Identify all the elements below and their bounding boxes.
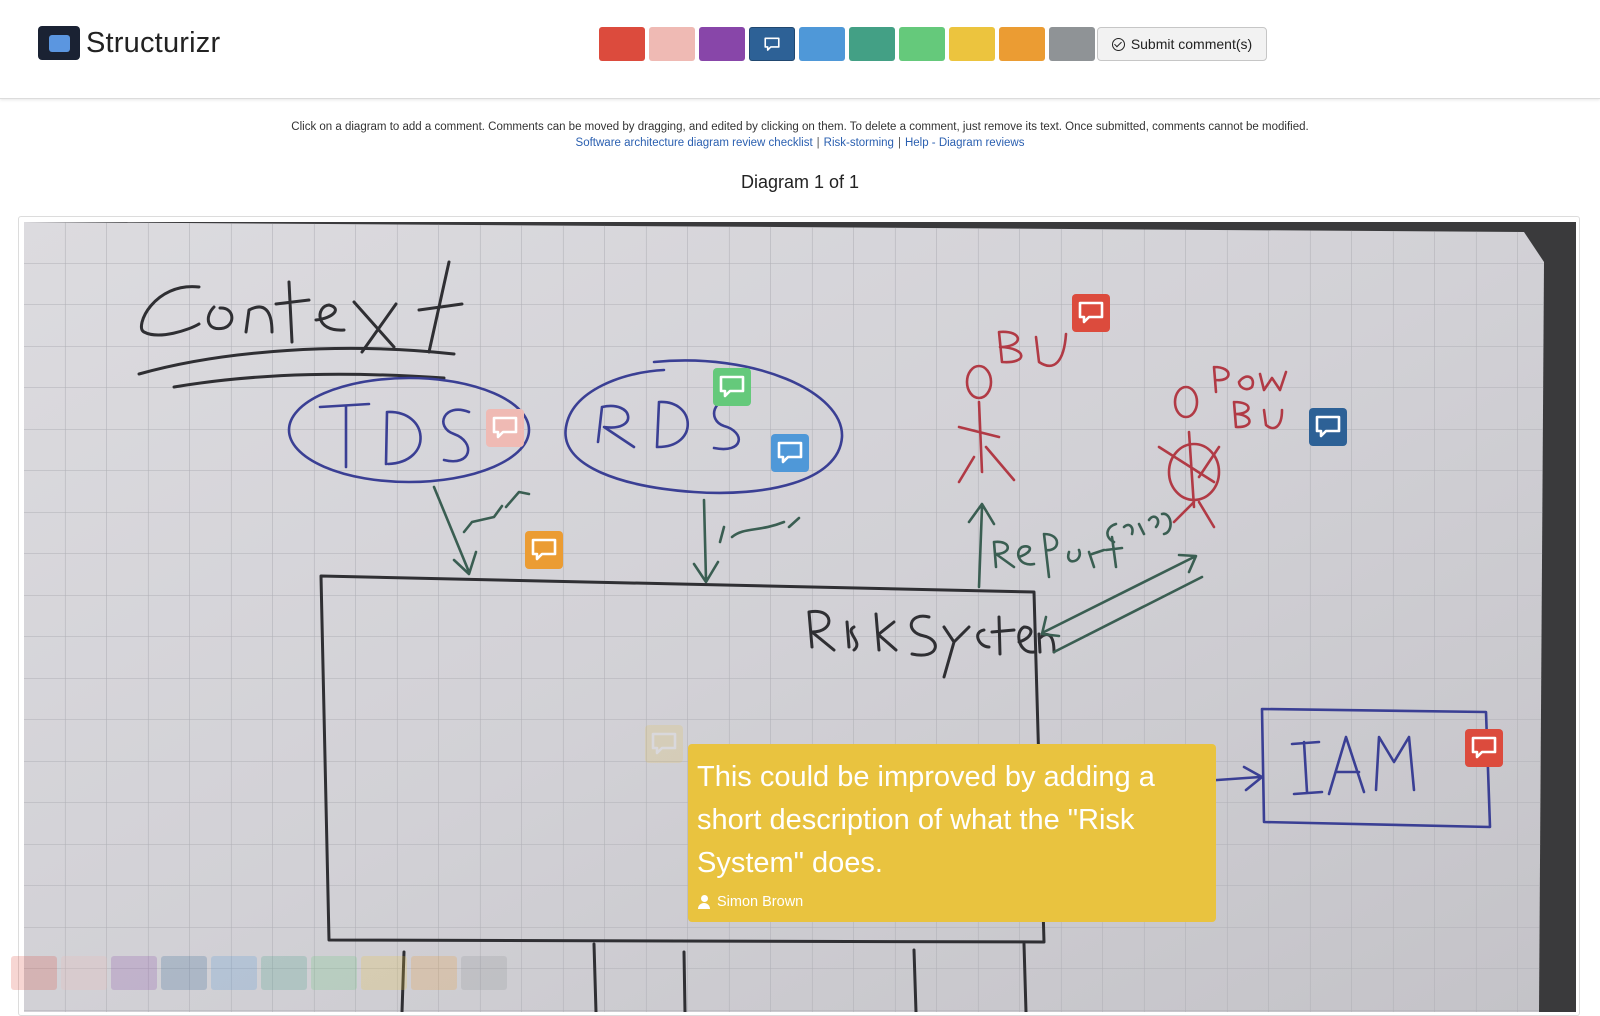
link-separator: | xyxy=(816,137,820,149)
structurizr-logo-icon xyxy=(38,26,80,60)
faded-swatch-dark-blue xyxy=(161,956,207,990)
color-swatch-gray[interactable] xyxy=(1049,27,1095,61)
speech-bubble-icon xyxy=(719,375,745,398)
speech-bubble-icon xyxy=(492,416,518,439)
comment-author-name: Simon Brown xyxy=(717,894,804,910)
faded-swatch-pink xyxy=(61,956,107,990)
help-links: Software architecture diagram review che… xyxy=(0,135,1600,151)
color-swatch-orange[interactable] xyxy=(999,27,1045,61)
speech-bubble-icon xyxy=(777,441,803,464)
comment-pin-pink-tds[interactable] xyxy=(486,409,524,447)
comment-pin-blue-rds[interactable] xyxy=(771,434,809,472)
submit-comments-label: Submit comment(s) xyxy=(1130,36,1253,52)
faded-swatch-yellow xyxy=(361,956,407,990)
color-swatch-yellow[interactable] xyxy=(949,27,995,61)
speech-bubble-icon xyxy=(1315,415,1341,438)
comment-pin-orange-input[interactable] xyxy=(525,531,563,569)
speech-bubble-icon xyxy=(1078,301,1104,324)
comment-text[interactable]: This could be improved by adding a short… xyxy=(697,756,1207,885)
link-help-diagram-reviews[interactable]: Help - Diagram reviews xyxy=(905,137,1025,149)
color-swatch-teal[interactable] xyxy=(849,27,895,61)
check-circle-icon xyxy=(1111,37,1125,51)
header: Structurizr Submit comment(s) xyxy=(0,0,1600,99)
instructions-text: Click on a diagram to add a comment. Com… xyxy=(291,121,1309,133)
diagram-counter: Diagram 1 of 1 xyxy=(740,172,860,192)
speech-bubble-icon xyxy=(531,538,557,561)
faded-color-palette xyxy=(11,956,511,990)
comment-popup[interactable]: This could be improved by adding a short… xyxy=(688,744,1216,922)
instructions: Click on a diagram to add a comment. Com… xyxy=(0,119,1600,151)
faded-swatch-green xyxy=(311,956,357,990)
brand-name: Structurizr xyxy=(86,26,221,59)
faded-swatch-purple xyxy=(111,956,157,990)
comment-pin-yellow-risk-system[interactable] xyxy=(645,725,683,763)
link-review-checklist[interactable]: Software architecture diagram review che… xyxy=(576,137,813,149)
speech-bubble-icon xyxy=(651,732,677,755)
color-swatch-purple[interactable] xyxy=(699,27,745,61)
faded-swatch-red xyxy=(11,956,57,990)
link-risk-storming[interactable]: Risk-storming xyxy=(824,137,894,149)
brand[interactable]: Structurizr xyxy=(38,26,220,60)
faded-swatch-orange xyxy=(411,956,457,990)
comment-color-palette xyxy=(599,27,1099,61)
faded-swatch-teal xyxy=(261,956,307,990)
color-swatch-dark-blue[interactable] xyxy=(749,27,795,61)
user-icon xyxy=(697,895,711,909)
comment-pin-red-iam[interactable] xyxy=(1465,729,1503,767)
color-swatch-red[interactable] xyxy=(599,27,645,61)
faded-swatch-blue xyxy=(211,956,257,990)
link-separator: | xyxy=(897,137,901,149)
comment-pin-red-bu[interactable] xyxy=(1072,294,1110,332)
speech-bubble-icon xyxy=(764,37,780,51)
comment-author: Simon Brown xyxy=(697,894,1207,910)
color-swatch-green[interactable] xyxy=(899,27,945,61)
color-swatch-pink[interactable] xyxy=(649,27,695,61)
comment-pin-dark-blue-power-bu[interactable] xyxy=(1309,408,1347,446)
comment-pin-green-rds[interactable] xyxy=(713,368,751,406)
speech-bubble-icon xyxy=(1471,736,1497,759)
submit-comments-button[interactable]: Submit comment(s) xyxy=(1097,27,1267,61)
color-swatch-blue[interactable] xyxy=(799,27,845,61)
faded-swatch-gray xyxy=(461,956,507,990)
